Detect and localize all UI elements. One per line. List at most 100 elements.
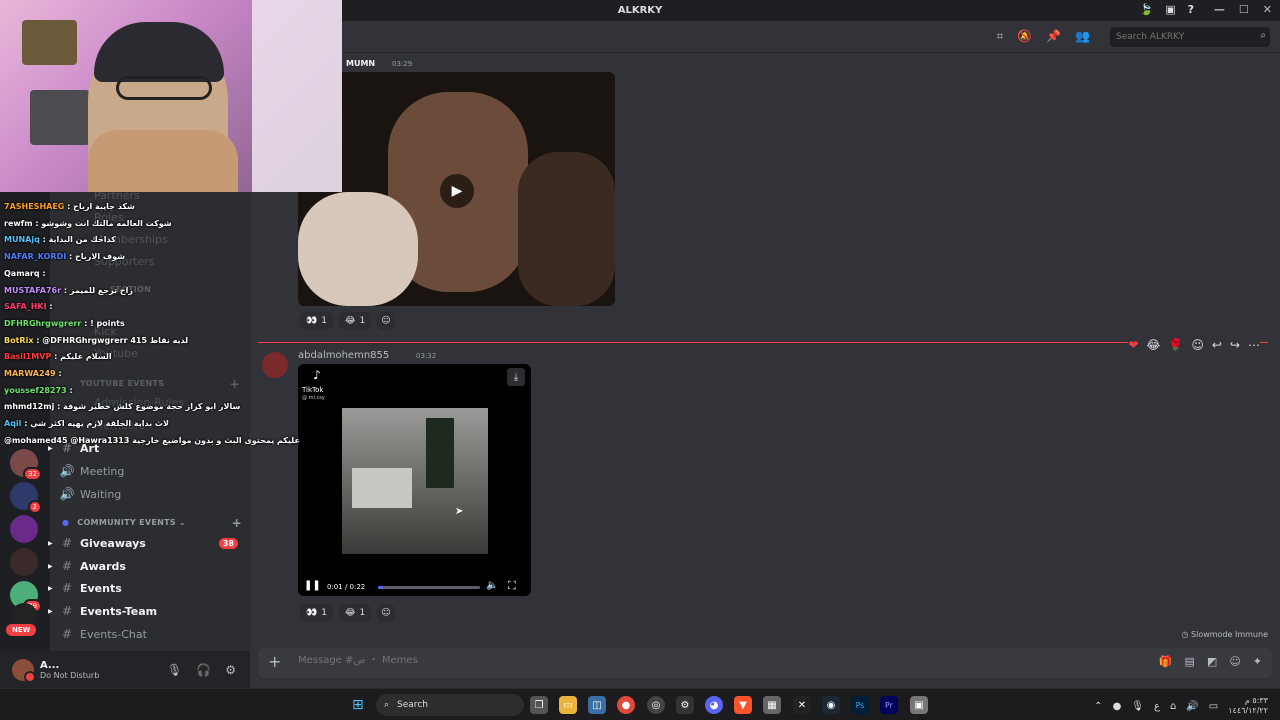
emoji-icon[interactable]: ☺ bbox=[1229, 655, 1240, 668]
sticker-icon[interactable]: ◩ bbox=[1207, 655, 1217, 668]
leaf-icon[interactable]: 🍃 bbox=[1140, 3, 1154, 16]
maximize-button[interactable]: ☐ bbox=[1239, 3, 1249, 16]
app-icon[interactable]: ▣ bbox=[910, 696, 928, 714]
channel-events-team[interactable]: ▶ # Events-Team bbox=[48, 601, 242, 621]
premiere-icon[interactable]: Pr bbox=[880, 696, 898, 714]
message-input[interactable] bbox=[298, 655, 998, 666]
play-icon[interactable]: ▶ bbox=[440, 174, 474, 208]
channel-awards[interactable]: ▶ # Awards bbox=[48, 556, 242, 576]
search-input[interactable] bbox=[1110, 27, 1270, 47]
add-channel-icon[interactable]: + bbox=[232, 516, 242, 530]
chat-username: Aqil bbox=[4, 419, 22, 429]
add-channel-icon[interactable]: + bbox=[230, 377, 240, 391]
threads-icon[interactable]: ⌗ bbox=[996, 29, 1003, 44]
chrome-icon[interactable]: ● bbox=[617, 696, 635, 714]
gift-icon[interactable]: 🎁 bbox=[1159, 655, 1173, 668]
chat-username: SAFA_HKI bbox=[4, 302, 47, 312]
volume-icon[interactable]: 🔊 bbox=[1186, 701, 1198, 712]
message-author[interactable]: MUMN bbox=[346, 59, 375, 68]
laugh-icon[interactable]: 😂 bbox=[1146, 338, 1160, 352]
reaction-button[interactable]: 😂 1 bbox=[338, 604, 372, 622]
message-composer: + 🎁 ▤ ◩ ☺ ✦ bbox=[258, 648, 1272, 678]
store-icon[interactable]: ◫ bbox=[588, 696, 606, 714]
reply-icon[interactable]: ↩ bbox=[1212, 338, 1222, 352]
channel-meeting[interactable]: 🔊 Meeting bbox=[58, 461, 242, 481]
app-icon[interactable]: ◎ bbox=[647, 696, 665, 714]
video-embed[interactable]: ▶ bbox=[298, 72, 615, 306]
reaction-button[interactable]: 👀 1 bbox=[300, 312, 333, 330]
new-pill[interactable]: NEW bbox=[6, 624, 37, 636]
glasses bbox=[116, 76, 212, 100]
chat-separator: : bbox=[39, 268, 46, 278]
task-view-icon[interactable]: ❐ bbox=[530, 696, 548, 714]
channel-events-chat[interactable]: # Events-Chat bbox=[58, 624, 242, 644]
microphone-icon[interactable]: 🎙 bbox=[1131, 701, 1144, 712]
avatar[interactable] bbox=[12, 658, 36, 683]
add-reaction-icon[interactable]: ☺ bbox=[377, 312, 395, 330]
message-author[interactable]: abdalmohemn855 bbox=[298, 350, 389, 361]
gif-icon[interactable]: ▤ bbox=[1185, 655, 1195, 668]
close-button[interactable]: ✕ bbox=[1263, 3, 1272, 16]
pin-icon[interactable]: 📌 bbox=[1046, 29, 1061, 44]
hash-icon: # bbox=[61, 581, 73, 595]
microphone-icon[interactable]: 🎙 bbox=[167, 663, 182, 677]
server-icon[interactable] bbox=[10, 548, 38, 576]
gear-icon[interactable]: ⚙ bbox=[676, 696, 694, 714]
file-explorer-icon[interactable]: ▭ bbox=[559, 696, 577, 714]
add-reaction-icon[interactable]: ☺ bbox=[377, 604, 395, 622]
discord-icon[interactable]: ◕ bbox=[705, 696, 723, 714]
server-icon[interactable]: 32 bbox=[10, 449, 42, 481]
capcut-icon[interactable]: ✕ bbox=[793, 696, 811, 714]
screen-icon[interactable]: ▣ bbox=[1165, 3, 1175, 16]
category-header[interactable]: YOUTUBE EVENTS + bbox=[80, 377, 240, 391]
windows-start-icon[interactable]: ⊞ bbox=[352, 697, 364, 713]
channel-item[interactable]: Memberships bbox=[90, 229, 274, 249]
brave-icon[interactable]: ▼ bbox=[734, 696, 752, 714]
video-figure bbox=[426, 418, 454, 488]
channel-item[interactable]: Youtube bbox=[90, 343, 274, 363]
rose-icon[interactable]: 🌹 bbox=[1168, 338, 1183, 352]
add-reaction-icon[interactable]: ☺ bbox=[1191, 338, 1204, 352]
network-icon[interactable]: ⌂ bbox=[1170, 701, 1176, 712]
channel-waiting[interactable]: 🔊 Waiting bbox=[58, 484, 242, 504]
category-community-events[interactable]: ● COMMUNITY EVENTS ⌄ + bbox=[62, 516, 242, 530]
help-icon[interactable]: ? bbox=[1188, 3, 1194, 16]
channel-giveaways[interactable]: ▶ # Giveaways 38 bbox=[48, 533, 242, 553]
user-panel: A... Do Not Disturb 🎙 🎧 ⚙ bbox=[0, 651, 250, 688]
video-frame bbox=[342, 408, 488, 554]
language-indicator[interactable]: ع bbox=[1154, 701, 1160, 712]
headphones-icon[interactable]: 🎧 bbox=[196, 663, 211, 677]
photoshop-icon[interactable]: Ps bbox=[851, 696, 869, 714]
chevron-up-icon[interactable]: ⌃ bbox=[1094, 701, 1102, 712]
reaction-button[interactable]: 😂 1 bbox=[338, 312, 372, 330]
members-icon[interactable]: 👥 bbox=[1075, 29, 1090, 44]
app-tray-icon[interactable]: ● bbox=[1113, 701, 1122, 712]
message-timestamp: 03:29 bbox=[392, 60, 413, 68]
video-embed[interactable]: ♪ TikTok @ mi.csy ⤓ ❚❚ 0:01 / 0:22 🔈 ⛶ bbox=[298, 364, 531, 596]
server-icon[interactable]: 2 bbox=[10, 482, 42, 514]
battery-icon[interactable]: ▭ bbox=[1209, 701, 1218, 712]
app-icon[interactable]: ▦ bbox=[763, 696, 781, 714]
download-icon[interactable]: ⤓ bbox=[507, 368, 525, 386]
heart-icon[interactable]: ❤ bbox=[1128, 338, 1138, 352]
channel-events[interactable]: ▶ # Events bbox=[48, 578, 242, 598]
attach-icon[interactable]: + bbox=[268, 652, 281, 671]
reaction-button[interactable]: 👀 1 bbox=[300, 604, 333, 622]
hash-icon: # bbox=[61, 536, 73, 550]
apps-icon[interactable]: ✦ bbox=[1253, 655, 1262, 668]
bell-off-icon[interactable]: 🔕 bbox=[1017, 29, 1032, 44]
video-progress-bar[interactable] bbox=[378, 586, 480, 589]
taskbar-search[interactable]: ⌕ Search bbox=[376, 694, 524, 716]
pause-icon[interactable]: ❚❚ bbox=[304, 580, 321, 591]
avatar[interactable] bbox=[262, 352, 288, 378]
server-icon[interactable] bbox=[10, 515, 38, 543]
forward-icon[interactable]: ↪ bbox=[1230, 338, 1240, 352]
volume-icon[interactable]: 🔈 bbox=[486, 580, 498, 591]
more-icon[interactable]: ⋯ bbox=[1248, 338, 1260, 352]
fullscreen-icon[interactable]: ⛶ bbox=[508, 579, 516, 593]
gear-icon[interactable]: ⚙ bbox=[225, 663, 236, 677]
minimize-button[interactable]: — bbox=[1214, 3, 1225, 16]
steam-icon[interactable]: ◉ bbox=[822, 696, 840, 714]
clock[interactable]: ٥:٣٣ م ١٤٤٦/١٢/٢٢ bbox=[1228, 696, 1268, 716]
video-frame bbox=[518, 152, 615, 306]
